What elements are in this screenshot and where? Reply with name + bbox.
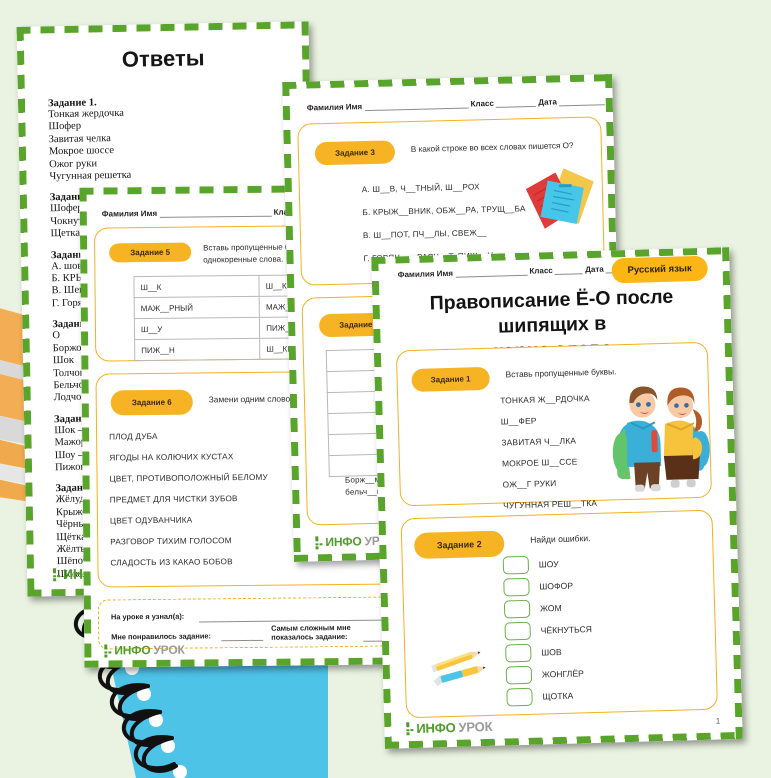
class-label: Класс: [529, 266, 553, 276]
task-1-item: Ш__ФЕР: [500, 415, 537, 427]
logo-bold: ИНФО: [325, 534, 362, 550]
checkbox-row[interactable]: ЧЁКНУТЬСЯ: [504, 620, 593, 641]
task-2-prompt: Найди ошибки.: [530, 533, 591, 545]
name-blank[interactable]: [159, 215, 272, 218]
task-1-item: ЗАВИТАЯ Ч__ЛКА: [501, 435, 577, 448]
task-1-pill: Задание 1: [411, 366, 490, 393]
task-3-option: Б. КРЫЖ__ВНИК, ОБЖ__РА, ТРУЩ__БА: [362, 204, 526, 218]
task-6-item: ПЛОД ДУБА: [109, 431, 158, 442]
checkbox-label: ЖОНГЛЁР: [541, 668, 584, 680]
task-6-pill: Задание 6: [110, 389, 193, 416]
task-3-pill: Задание 3: [314, 140, 396, 166]
table-cell[interactable]: Ш__У: [134, 317, 260, 340]
checkbox-row[interactable]: ШОВ: [505, 643, 562, 663]
class-blank[interactable]: [496, 105, 537, 108]
task-3-option: А. Ш__В, Ч__ТНЫЙ, Ш__РОХ: [361, 182, 480, 195]
task-1-box: Задание 1 Вставь пропущенные буквы. ТОНК…: [395, 341, 713, 511]
reflection-blank-1[interactable]: [199, 619, 390, 623]
subject-pill[interactable]: Русский язык: [611, 255, 708, 284]
checkbox-row[interactable]: ЩОТКА: [506, 687, 573, 707]
checkbox-label: ШОВ: [541, 646, 562, 658]
checkbox-label: ЩОТКА: [542, 690, 574, 702]
reflection-label-1: На уроке я узнал(а):: [110, 611, 185, 622]
checkbox[interactable]: [503, 577, 530, 597]
checkbox-row[interactable]: ЖОНГЛЁР: [505, 664, 584, 685]
logo-bars-icon: [315, 535, 323, 549]
id-line: Фамилия Имя Класс Дата: [397, 264, 637, 280]
checkbox[interactable]: [506, 687, 533, 707]
logo-bold: ИНФО: [416, 719, 456, 737]
page-title-line1: Правописание Ё-О после шипящих в: [429, 285, 674, 338]
task-6-item: ПРЕДМЕТ ДЛЯ ЧИСТКИ ЗУБОВ: [109, 494, 238, 505]
task-2-box: Задание 2 Найди ошибки. ШОУ ШОФОР ЖОМ ЧЁ…: [400, 509, 718, 719]
infourok-logo: ИНФОУРОК: [406, 718, 493, 737]
task-5-prompt-line2: однокоренные слова.: [203, 254, 284, 265]
checkbox[interactable]: [502, 555, 530, 575]
name-label: Фамилия Имя: [306, 102, 363, 113]
checkbox-row[interactable]: ЖОМ: [503, 599, 562, 619]
reflection-label-3b: показалось задание:: [271, 631, 348, 642]
task-6-prompt: Замени одним словом: [208, 393, 296, 405]
task-6-item: ЯГОДЫ НА КОЛЮЧИХ КУСТАХ: [109, 452, 234, 463]
books-icon: [525, 168, 594, 229]
main-worksheet-card[interactable]: Фамилия Имя Класс Дата Русский язык Прав…: [371, 247, 743, 749]
logo-light: УРОК: [153, 642, 185, 657]
checkbox[interactable]: [503, 599, 531, 619]
task-1-item: МОКРОЕ Ш__ССЕ: [501, 456, 578, 469]
id-line: Фамилия Имя Класс Дата: [306, 96, 606, 113]
checkbox-label: ШОУ: [538, 558, 559, 570]
logo-bars-icon: [406, 722, 414, 736]
logo-light: УРОК: [458, 718, 493, 735]
task-3-prompt: В какой строке во всех словах пишется О?: [410, 141, 574, 154]
logo-bold: ИНФО: [114, 643, 151, 658]
task-1-prompt: Вставь пропущенные буквы.: [505, 366, 617, 380]
checkbox[interactable]: [505, 665, 533, 685]
task-2-pill: Задание 2: [413, 530, 505, 559]
table-cell[interactable]: Ш__К: [133, 275, 260, 298]
task-5-pill: Задание 5: [109, 242, 192, 263]
poster-canvas: Ответы Задание 1. Тонкая жердочка Шофер …: [0, 0, 771, 778]
task-6-item: РАЗГОВОР ТИХИМ ГОЛОСОМ: [110, 536, 232, 547]
two-pupils-icon: [612, 386, 710, 492]
class-blank[interactable]: [555, 273, 584, 275]
infourok-logo: ИНФОУРОК: [104, 642, 185, 658]
name-blank[interactable]: [455, 274, 528, 278]
pencils-icon: [431, 651, 486, 687]
date-blank[interactable]: [559, 104, 606, 107]
task-6-item: ЦВЕТ, ПРОТИВОПОЛОЖНЫЙ БЕЛОМУ: [109, 472, 268, 484]
date-label: Дата: [585, 264, 604, 275]
answers-title: Ответы: [121, 45, 205, 72]
date-label: Дата: [538, 97, 557, 107]
task-6-item: ЦВЕТ ОДУВАНЧИКА: [109, 515, 193, 526]
name-blank[interactable]: [364, 107, 469, 112]
checkbox-label: ЧЁКНУТЬСЯ: [540, 624, 593, 636]
task-6-item: СЛАДОСТЬ ИЗ КАКАО БОБОВ: [110, 557, 233, 568]
reflection-label-2: Мне понравилось задание:: [111, 631, 211, 642]
task-1-item: ОЖ__Г РУКИ: [502, 478, 557, 490]
logo-bars-icon: [104, 643, 112, 658]
name-label: Фамилия Имя: [101, 208, 158, 219]
checkbox[interactable]: [505, 643, 532, 663]
checkbox-label: ШОФОР: [539, 580, 574, 592]
class-label: Класс: [470, 98, 495, 109]
page-number: 1: [715, 716, 721, 726]
checkbox-row[interactable]: ШОУ: [502, 555, 559, 575]
checkbox-row[interactable]: ШОФОР: [503, 577, 573, 597]
task-3-option: В. Ш__ПОТ, ПЧ__ЛЫ, СВЕЖ__: [362, 228, 487, 241]
table-cell[interactable]: ПИЖ__Н: [134, 338, 261, 361]
reflection-blank-2[interactable]: [221, 639, 264, 642]
checkbox-label: ЖОМ: [539, 602, 562, 614]
logo-bars-icon: [52, 567, 61, 581]
checkbox[interactable]: [504, 621, 531, 641]
task-1-item: ЧУГУННАЯ РЕШ__ТКА: [503, 497, 598, 511]
name-label: Фамилия Имя: [397, 268, 454, 280]
table-cell[interactable]: МАЖ__РНЫЙ: [134, 296, 260, 319]
reflection-box: На уроке я узнал(а): Мне понравилось зад…: [97, 596, 401, 650]
task-1-item: ТОНКАЯ Ж__РДОЧКА: [500, 393, 590, 406]
